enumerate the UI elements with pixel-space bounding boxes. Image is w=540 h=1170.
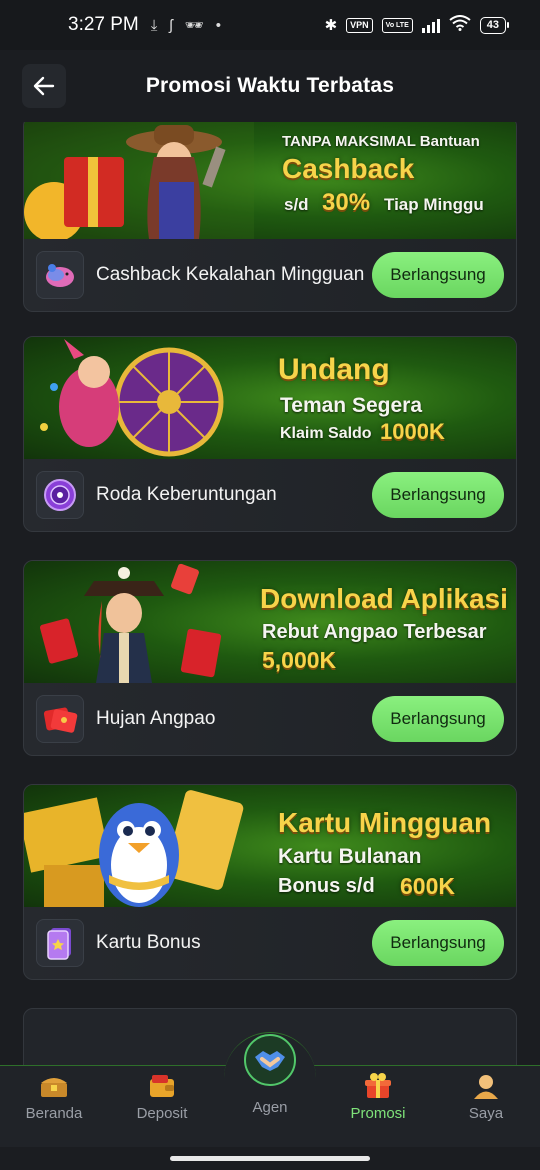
banner-text-prefix: Bonus s/d: [278, 875, 375, 897]
promo-title: Roda Keberuntungan: [96, 484, 277, 505]
page-title: Promosi Waktu Terbatas: [145, 74, 395, 97]
app-notification-icon: ʃ: [169, 16, 173, 34]
banner-text-prefix: s/d: [284, 195, 309, 214]
status-time: 3:27 PM: [68, 14, 139, 35]
banner-text-line1: Kartu Mingguan: [278, 807, 492, 838]
banner-text-line2: Rebut Angpao Terbesar: [262, 621, 487, 643]
app-header: Promosi Waktu Terbatas: [0, 50, 540, 122]
promo-footer: Roda Keberuntungan Berlangsung: [24, 459, 516, 531]
promo-footer: Cashback Kekalahan Mingguan Berlangsung: [24, 239, 516, 311]
promo-card-kartu[interactable]: Kartu Mingguan Kartu Bulanan Bonus s/d 6…: [23, 784, 517, 980]
promo-banner-kartu[interactable]: Kartu Mingguan Kartu Bulanan Bonus s/d 6…: [24, 785, 516, 907]
handshake-icon: [255, 1051, 285, 1071]
back-button[interactable]: [22, 64, 66, 108]
vpn-badge: VPN: [346, 17, 373, 33]
status-button[interactable]: Berlangsung: [372, 472, 504, 518]
penguin-illustration: [24, 790, 244, 907]
red-envelope-icon: [36, 695, 84, 743]
nav-deposit[interactable]: Deposit: [108, 1070, 216, 1122]
promo-list[interactable]: TANPA MAKSIMAL Bantuan Cashback s/d 30% …: [0, 122, 540, 1065]
arrow-left-icon: [33, 76, 55, 96]
incognito-icon: 🕶: [184, 17, 204, 34]
promo-footer: Kartu Bonus Berlangsung: [24, 907, 516, 979]
piggy-bank-icon: [36, 251, 84, 299]
wifi-icon: [449, 15, 471, 35]
fortune-wheel-icon: [36, 471, 84, 519]
status-button[interactable]: Berlangsung: [372, 920, 504, 966]
fortune-wheel-illustration: [40, 339, 224, 457]
banner-text-line2: Cashback: [282, 153, 415, 184]
promo-title: Cashback Kekalahan Mingguan: [96, 264, 365, 285]
nav-label: Agen: [252, 1099, 288, 1116]
nav-label: Beranda: [25, 1105, 83, 1122]
banner-text-amount: 600K: [400, 873, 455, 899]
dot-icon: •: [215, 16, 222, 34]
pirate-illustration: [40, 563, 222, 683]
gift-icon: [363, 1070, 393, 1102]
promo-footer: Hujan Angpao Berlangsung: [24, 683, 516, 755]
wallet-icon: [148, 1070, 176, 1102]
promo-banner-angpao[interactable]: Download Aplikasi Rebut Angpao Terbesar …: [24, 561, 516, 683]
banner-text-line2: Teman Segera: [280, 394, 423, 417]
banner-text-line2: Kartu Bulanan: [278, 845, 422, 868]
signal-icon: [421, 17, 440, 33]
promo-card-cashback[interactable]: TANPA MAKSIMAL Bantuan Cashback s/d 30% …: [23, 122, 517, 312]
home-indicator-bar[interactable]: [170, 1156, 370, 1161]
promo-banner-roda[interactable]: Undang Teman Segera Klaim Saldo 1000K: [24, 337, 516, 459]
banner-text-prefix: Klaim Saldo: [280, 425, 372, 442]
promo-title: Kartu Bonus: [96, 932, 201, 953]
battery-indicator: 43: [479, 16, 510, 34]
status-button[interactable]: Berlangsung: [372, 252, 504, 298]
bluetooth-icon: ✱: [324, 17, 338, 34]
banner-text-amount: 1000K: [380, 419, 445, 444]
promo-card-roda[interactable]: Undang Teman Segera Klaim Saldo 1000K Ro…: [23, 336, 517, 532]
cowgirl-illustration: [24, 122, 254, 239]
nav-promosi[interactable]: Promosi: [324, 1070, 432, 1122]
promo-card-angpao[interactable]: Download Aplikasi Rebut Angpao Terbesar …: [23, 560, 517, 756]
nav-label: Promosi: [350, 1105, 406, 1122]
status-button[interactable]: Berlangsung: [372, 696, 504, 742]
banner-text-percent: 30%: [322, 189, 371, 216]
banner-text-line1: TANPA MAKSIMAL Bantuan: [282, 133, 480, 150]
bonus-card-icon: [36, 919, 84, 967]
download-icon: ⤓: [150, 16, 158, 34]
user-icon: [472, 1070, 500, 1102]
nav-agen[interactable]: Agen: [216, 1096, 324, 1116]
promo-title: Hujan Angpao: [96, 708, 216, 729]
banner-text-line1: Download Aplikasi: [260, 583, 508, 614]
nav-label: Deposit: [136, 1105, 188, 1122]
home-indicator: [0, 1147, 540, 1170]
volte-badge: Vo LTE: [381, 17, 413, 33]
bottom-nav: Beranda Deposit Agen Promosi Saya: [0, 1032, 540, 1147]
banner-text-suffix: Tiap Minggu: [384, 195, 484, 214]
agen-center-button[interactable]: [244, 1034, 296, 1086]
treasure-chest-icon: [39, 1070, 69, 1102]
nav-beranda[interactable]: Beranda: [0, 1070, 108, 1122]
nav-saya[interactable]: Saya: [432, 1070, 540, 1122]
banner-text-line1: Undang: [278, 353, 390, 386]
banner-text-amount: 5,000K: [262, 647, 337, 673]
status-bar: 3:27 PM ⤓ ʃ 🕶 • ✱ VPN Vo LTE 43: [0, 0, 540, 50]
nav-label: Saya: [468, 1105, 504, 1122]
promo-banner-cashback[interactable]: TANPA MAKSIMAL Bantuan Cashback s/d 30% …: [24, 122, 516, 239]
